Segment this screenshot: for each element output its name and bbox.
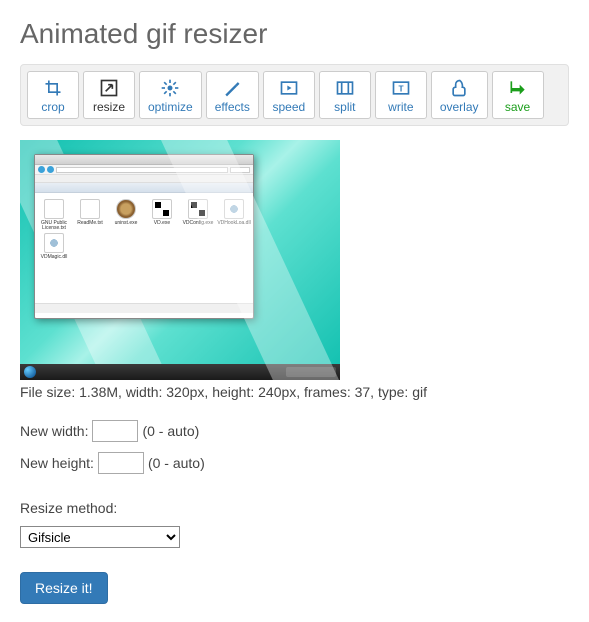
crop-button[interactable]: crop: [27, 71, 79, 119]
optimize-icon: [160, 78, 180, 98]
effects-icon: [222, 78, 242, 98]
new-width-hint: (0 - auto): [142, 423, 199, 439]
resize-button[interactable]: resize: [83, 71, 135, 119]
crop-icon: [43, 78, 63, 98]
overlay-button[interactable]: overlay: [431, 71, 488, 119]
new-height-input[interactable]: [98, 452, 144, 474]
new-height-row: New height: (0 - auto): [20, 452, 569, 474]
tool-label: speed: [272, 100, 305, 114]
effects-button[interactable]: effects: [206, 71, 259, 119]
overlay-icon: [449, 78, 469, 98]
gif-preview: GNU Public License.txt ReadMe.txt uninst…: [20, 140, 340, 380]
write-button[interactable]: T write: [375, 71, 427, 119]
optimize-button[interactable]: optimize: [139, 71, 202, 119]
speed-icon: [279, 78, 299, 98]
new-width-label: New width:: [20, 423, 88, 439]
tool-label: save: [505, 100, 530, 114]
save-button[interactable]: save: [492, 71, 544, 119]
tool-label: split: [334, 100, 355, 114]
new-width-input[interactable]: [92, 420, 138, 442]
split-icon: [335, 78, 355, 98]
new-width-row: New width: (0 - auto): [20, 420, 569, 442]
write-icon: T: [391, 78, 411, 98]
tool-label: overlay: [440, 100, 479, 114]
new-height-label: New height:: [20, 455, 94, 471]
toolbar: crop resize optimize effects speed split…: [20, 64, 569, 126]
preview-taskbar: [20, 364, 340, 380]
resize-icon: [99, 78, 119, 98]
resize-method-select[interactable]: Gifsicle: [20, 526, 180, 548]
svg-text:T: T: [398, 83, 403, 93]
resize-submit-button[interactable]: Resize it!: [20, 572, 108, 604]
save-icon: [508, 78, 528, 98]
method-row: Resize method:: [20, 500, 569, 516]
method-label: Resize method:: [20, 500, 117, 516]
new-height-hint: (0 - auto): [148, 455, 205, 471]
tool-label: effects: [215, 100, 250, 114]
speed-button[interactable]: speed: [263, 71, 315, 119]
split-button[interactable]: split: [319, 71, 371, 119]
tool-label: crop: [41, 100, 64, 114]
preview-window: GNU Public License.txt ReadMe.txt uninst…: [34, 154, 254, 319]
page-title: Animated gif resizer: [20, 18, 569, 50]
tool-label: resize: [93, 100, 125, 114]
tool-label: optimize: [148, 100, 193, 114]
tool-label: write: [388, 100, 413, 114]
file-info: File size: 1.38M, width: 320px, height: …: [20, 384, 569, 400]
